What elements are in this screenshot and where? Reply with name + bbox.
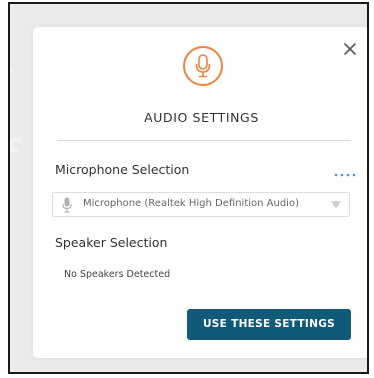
microphone-select-value: Microphone (Realtek High Definition Audi…	[83, 198, 299, 209]
microphone-icon	[62, 197, 72, 213]
backdrop-decoration: c	[10, 129, 21, 159]
speaker-status: No Speakers Detected	[64, 269, 171, 280]
more-options-icon	[334, 173, 356, 177]
app-window: / c ' AUDIO SETTINGS Microphone Selectio…	[8, 2, 369, 374]
audio-settings-dialog: AUDIO SETTINGS Microphone Selection Micr…	[33, 27, 367, 358]
use-these-settings-button[interactable]: USE THESE SETTINGS	[187, 309, 351, 340]
divider	[57, 140, 351, 141]
chevron-down-icon	[331, 201, 341, 209]
microphone-section-label: Microphone Selection	[55, 162, 190, 177]
speaker-section-label: Speaker Selection	[55, 235, 168, 250]
close-button[interactable]	[342, 41, 358, 57]
microphone-select[interactable]: Microphone (Realtek High Definition Audi…	[52, 192, 350, 217]
microphone-badge	[183, 46, 223, 86]
microphone-icon	[195, 54, 211, 78]
close-icon	[344, 43, 356, 55]
more-options-button[interactable]	[334, 164, 356, 177]
dialog-title: AUDIO SETTINGS	[144, 110, 259, 125]
backdrop-decoration: /	[10, 64, 12, 94]
